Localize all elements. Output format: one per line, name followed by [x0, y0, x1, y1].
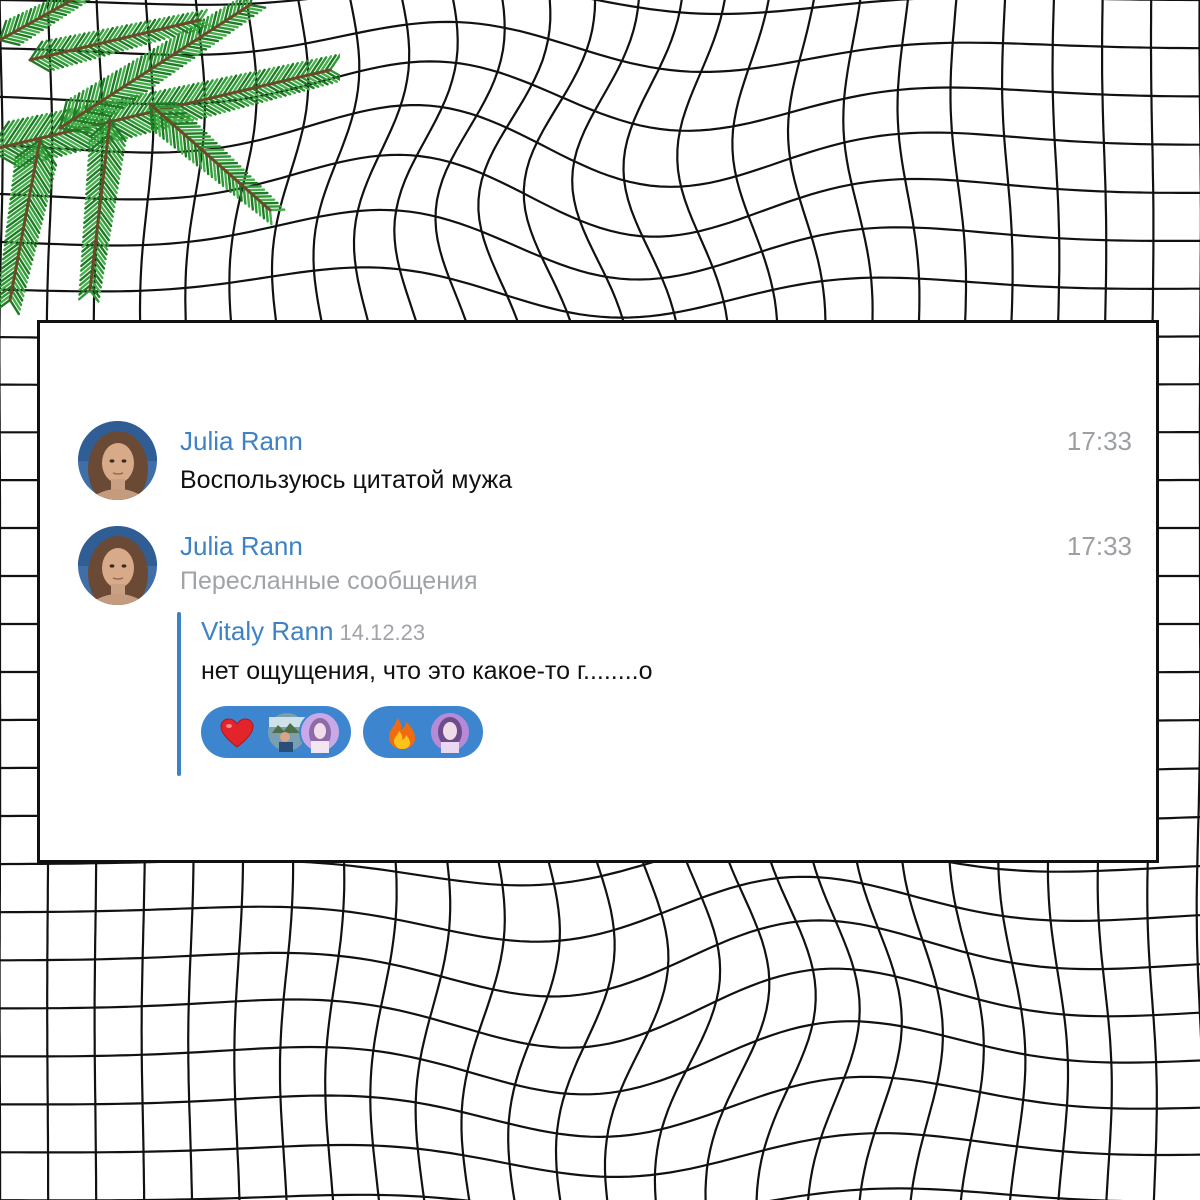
pine-needle — [186, 135, 212, 139]
pine-needle — [268, 208, 273, 226]
forwarded-text: нет ощущения, что это какое-то г........… — [201, 657, 653, 685]
forwarded-messages-label: Пересланные сообщения — [180, 567, 478, 595]
avatar[interactable] — [78, 421, 157, 500]
pine-needle — [182, 132, 208, 136]
pine-needle — [206, 31, 227, 37]
pine-needle — [197, 145, 222, 149]
pine-needle — [248, 3, 267, 9]
heart-emoji-icon — [220, 718, 254, 748]
pine-needle — [167, 118, 195, 122]
reaction-heart[interactable] — [201, 706, 351, 758]
avatar[interactable] — [78, 526, 157, 605]
pine-needle — [163, 115, 191, 119]
grid-line — [0, 875, 1200, 943]
pine-needle — [215, 25, 235, 32]
message-author[interactable]: Julia Rann — [180, 426, 303, 456]
message-text: Воспользуюсь цитатой мужа — [180, 466, 513, 494]
forwarded-author-name[interactable]: Vitaly Rann — [201, 616, 334, 646]
pine-needle — [175, 125, 201, 129]
pine-needle — [236, 11, 255, 18]
pine-needle — [244, 6, 263, 12]
pine-needle — [219, 22, 239, 29]
reactor-avatar — [299, 711, 341, 753]
pine-needle — [220, 165, 242, 169]
fire-emoji-icon — [389, 718, 415, 749]
chat-screenshot-card: Julia Rann 17:33 Воспользуюсь цитатой му… — [37, 320, 1159, 863]
page: Julia Rann 17:33 Воспользуюсь цитатой му… — [0, 0, 1200, 1200]
pine-needle — [178, 128, 205, 132]
pine-needle — [152, 105, 181, 109]
pine-needle — [148, 102, 272, 212]
pine-needle — [212, 158, 235, 162]
forwarded-date: 14.12.23 — [339, 620, 426, 645]
pine-needle — [216, 161, 239, 165]
pine-needle — [227, 17, 247, 23]
pine-needle — [201, 148, 225, 152]
forward-quote-bar — [177, 612, 181, 776]
pine-branch-decoration — [0, 0, 340, 316]
pine-needle — [210, 28, 231, 34]
pine-needle — [208, 155, 232, 159]
message-time: 17:33 — [1066, 531, 1132, 561]
pine-needle — [156, 108, 184, 112]
grid-line — [0, 1132, 1200, 1178]
grid-line — [0, 919, 1200, 998]
forwarded-author[interactable]: Vitaly Rann 14.12.23 — [201, 616, 425, 648]
pine-needle — [223, 20, 243, 26]
pine-needle — [193, 141, 218, 145]
pine-needle — [240, 9, 259, 15]
pine-needle — [231, 14, 251, 21]
grid-line — [0, 1187, 1124, 1200]
message-time: 17:33 — [1066, 426, 1132, 456]
pine-needle — [202, 33, 223, 40]
reactor-avatar — [429, 711, 471, 753]
pine-needle — [190, 138, 215, 142]
pine-needle — [148, 102, 178, 106]
reaction-fire[interactable] — [363, 706, 483, 758]
pine-needle — [160, 112, 188, 116]
grid-line — [0, 1020, 1200, 1096]
pine-needle — [171, 122, 198, 126]
message-author[interactable]: Julia Rann — [180, 531, 303, 561]
pine-needle — [205, 151, 228, 155]
